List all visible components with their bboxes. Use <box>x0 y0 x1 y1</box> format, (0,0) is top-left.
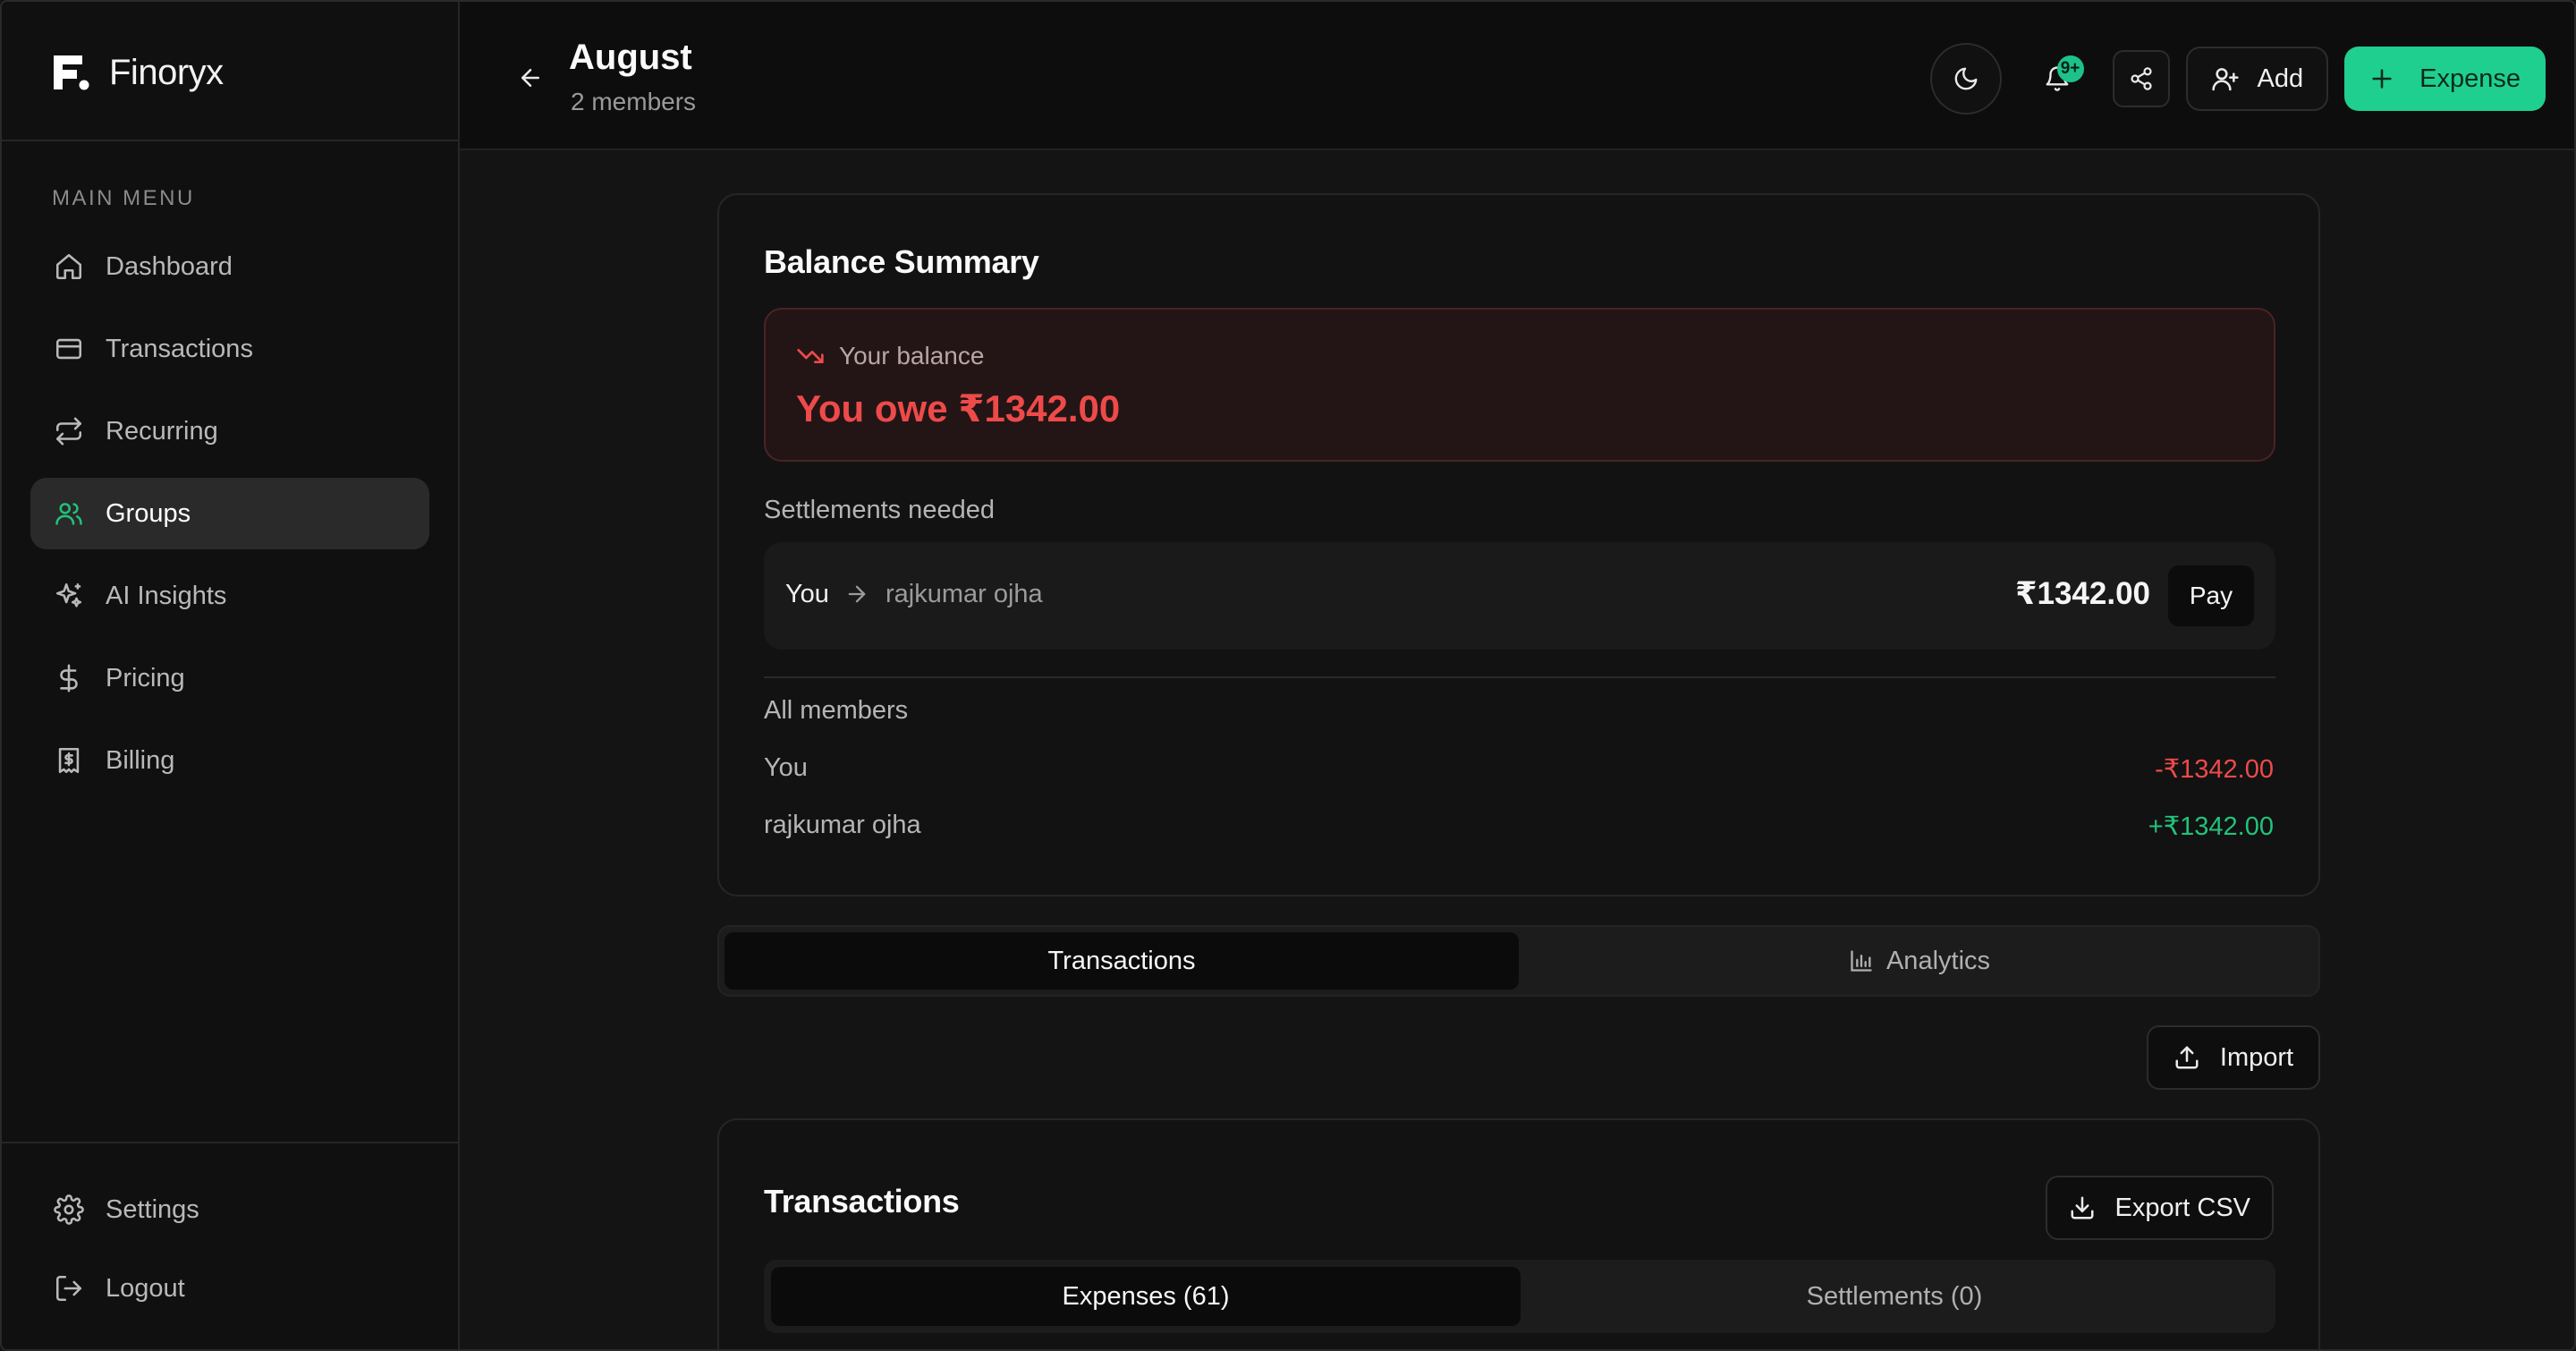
arrow-left-icon <box>517 64 544 91</box>
share-icon <box>2129 66 2154 91</box>
sidebar-item-logout[interactable]: Logout <box>30 1253 429 1324</box>
member-name: rajkumar ojha <box>764 811 921 839</box>
sidebar-item-label: Groups <box>106 498 191 528</box>
moon-icon <box>1953 65 1979 92</box>
notifications-button[interactable]: 9+ <box>2018 47 2097 111</box>
brand[interactable]: Finoryx <box>50 48 224 97</box>
tab-settlements[interactable]: Settlements (0) <box>1521 1267 2268 1326</box>
sidebar-item-label: AI Insights <box>106 581 227 610</box>
your-balance-label-row: Your balance <box>796 342 984 370</box>
users-icon <box>54 498 84 529</box>
user-plus-icon <box>2211 64 2240 93</box>
sidebar-item-label: Settings <box>106 1194 199 1224</box>
pay-button[interactable]: Pay <box>2168 565 2254 626</box>
sidebar-divider <box>2 140 458 141</box>
sidebar-item-ai-insights[interactable]: AI Insights <box>30 560 429 632</box>
member-name: You <box>764 753 808 782</box>
member-balance: -₹1342.00 <box>2155 755 2274 784</box>
sidebar-divider <box>2 1142 458 1143</box>
import-button[interactable]: Import <box>2147 1025 2320 1090</box>
bar-chart-icon <box>1849 948 1874 973</box>
sidebar-item-recurring[interactable]: Recurring <box>30 395 429 467</box>
sidebar: Finoryx MAIN MENU Dashboard Transactions <box>2 2 460 1349</box>
sidebar-item-settings[interactable]: Settings <box>30 1174 429 1245</box>
share-button[interactable] <box>2112 50 2170 107</box>
sidebar-item-groups[interactable]: Groups <box>30 478 429 549</box>
back-button[interactable] <box>499 55 562 100</box>
transactions-title: Transactions <box>764 1183 960 1219</box>
sparkles-icon <box>54 581 84 611</box>
settlement-to: rajkumar ojha <box>886 580 1043 608</box>
export-csv-button[interactable]: Export CSV <box>2045 1176 2274 1240</box>
view-tabs: Transactions Analytics <box>717 925 2320 997</box>
settlement-row: You rajkumar ojha ₹1342.00 Pay <box>764 542 2275 650</box>
logout-icon <box>54 1273 84 1304</box>
arrow-right-icon <box>844 582 869 607</box>
sidebar-item-label: Billing <box>106 745 175 775</box>
settlement-amount: ₹1342.00 <box>2015 576 2150 611</box>
brand-name: Finoryx <box>109 52 224 92</box>
sidebar-item-label: Pricing <box>106 663 185 692</box>
add-member-button[interactable]: Add <box>2185 47 2329 111</box>
card-icon <box>54 334 84 364</box>
notification-badge: 9+ <box>2056 55 2084 82</box>
home-icon <box>54 251 84 282</box>
export-csv-label: Export CSV <box>2114 1193 2251 1222</box>
settlements-label: Settlements needed <box>764 496 995 524</box>
page-title: August <box>569 38 692 77</box>
menu-title: MAIN MENU <box>52 186 195 210</box>
header-actions: 9+ Add Expense <box>1929 43 2546 115</box>
sidebar-item-pricing[interactable]: Pricing <box>30 642 429 714</box>
add-expense-label: Expense <box>2419 64 2521 93</box>
sidebar-item-billing[interactable]: Billing <box>30 725 429 796</box>
download-icon <box>2069 1194 2096 1221</box>
tab-transactions[interactable]: Transactions <box>724 932 1519 990</box>
sidebar-item-label: Transactions <box>106 334 253 363</box>
member-count: 2 members <box>571 88 697 115</box>
logo-icon <box>50 52 91 93</box>
dollar-icon <box>54 663 84 693</box>
transaction-type-tabs: Expenses (61) Settlements (0) <box>764 1260 2275 1333</box>
sidebar-item-label: Logout <box>106 1273 185 1303</box>
tab-expenses[interactable]: Expenses (61) <box>771 1267 1521 1326</box>
sidebar-item-label: Dashboard <box>106 251 233 281</box>
gear-icon <box>54 1194 84 1225</box>
transactions-card: Transactions Export CSV Expenses (61) Se… <box>717 1118 2320 1349</box>
upload-icon <box>2174 1044 2200 1071</box>
balance-summary-title: Balance Summary <box>764 243 1039 280</box>
tab-analytics-label: Analytics <box>1885 946 1991 975</box>
bottom-nav: Settings Logout <box>30 1174 429 1331</box>
settlement-from: You <box>785 580 829 608</box>
all-members-label: All members <box>764 696 909 725</box>
sidebar-item-transactions[interactable]: Transactions <box>30 313 429 385</box>
sidebar-item-label: Recurring <box>106 416 218 446</box>
import-label: Import <box>2219 1042 2294 1072</box>
divider <box>764 676 2275 678</box>
receipt-icon <box>54 745 84 776</box>
repeat-icon <box>54 416 84 446</box>
your-balance-label: Your balance <box>839 342 985 370</box>
add-expense-button[interactable]: Expense <box>2344 47 2546 111</box>
main-content: Balance Summary Your balance You owe ₹13… <box>460 150 2574 1349</box>
member-balance: +₹1342.00 <box>2148 812 2274 841</box>
theme-toggle-button[interactable] <box>1929 43 2002 115</box>
top-header: August 2 members 9+ Add Expense <box>460 2 2574 150</box>
sidebar-item-dashboard[interactable]: Dashboard <box>30 231 429 302</box>
add-member-label: Add <box>2257 64 2304 93</box>
trending-down-icon <box>796 342 825 370</box>
tab-analytics[interactable]: Analytics <box>1522 932 2317 990</box>
main-nav: Dashboard Transactions Recurring Groups <box>30 231 429 807</box>
your-balance-box: Your balance You owe ₹1342.00 <box>764 308 2275 462</box>
plus-icon <box>2369 66 2394 91</box>
app-window: Finoryx MAIN MENU Dashboard Transactions <box>0 0 2576 1351</box>
your-balance-value: You owe ₹1342.00 <box>796 387 1121 429</box>
balance-summary-card: Balance Summary Your balance You owe ₹13… <box>717 193 2320 896</box>
